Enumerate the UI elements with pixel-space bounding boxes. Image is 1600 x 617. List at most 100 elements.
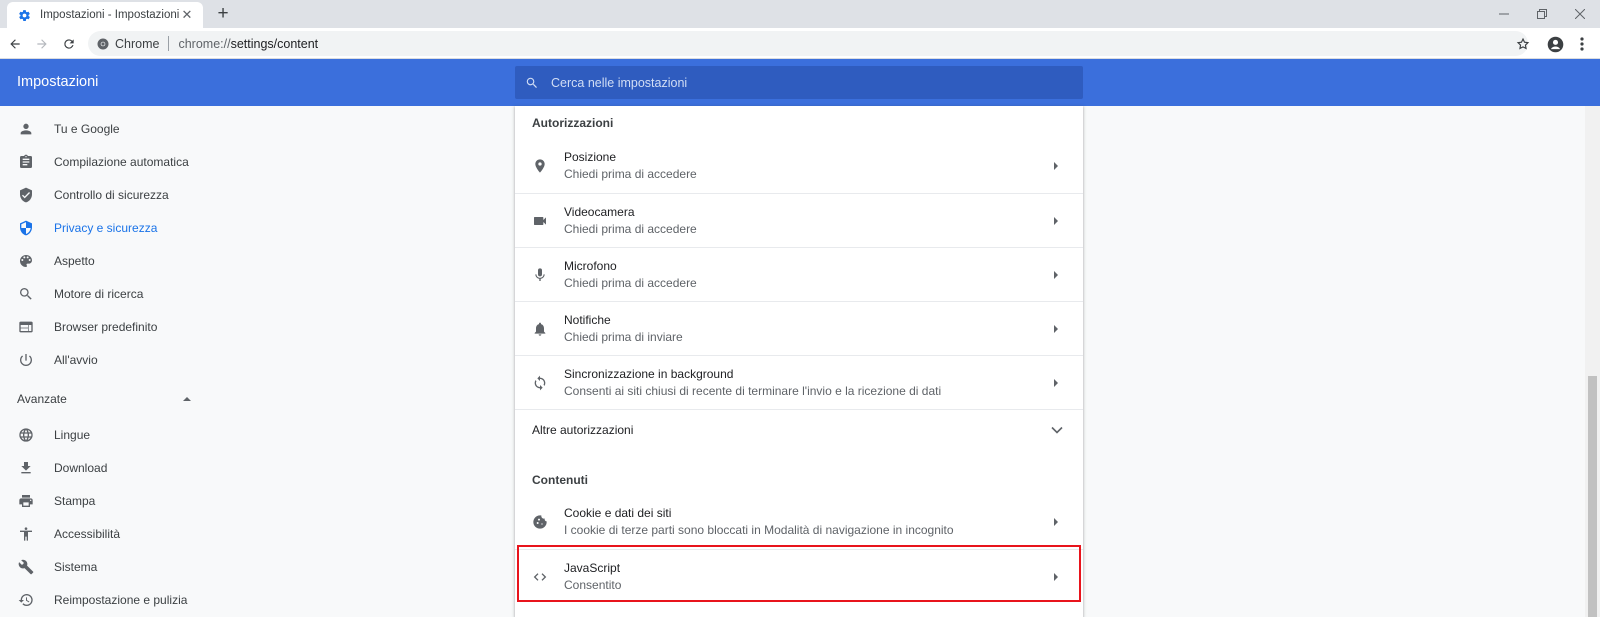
row-title: Videocamera (564, 205, 635, 219)
menu-dots-icon[interactable] (1571, 33, 1593, 55)
row-title: Notifiche (564, 313, 611, 327)
row-subtitle: I cookie di terze parti sono bloccati in… (564, 523, 954, 537)
row-title: Posizione (564, 150, 617, 164)
wrench-icon (17, 558, 35, 576)
sidebar-item-accessibilita[interactable]: Accessibilità (0, 517, 300, 550)
row-title: Sincronizzazione in background (564, 367, 734, 381)
sidebar-item-compilazione[interactable]: Compilazione automatica (0, 145, 300, 178)
sidebar-item-avvio[interactable]: All'avvio (0, 343, 300, 376)
more-permissions-toggle[interactable]: Altre autorizzazioni (515, 409, 1083, 449)
bookmark-star-icon[interactable] (1512, 33, 1534, 55)
advanced-label: Avanzate (17, 392, 67, 406)
arrow-right-icon (1049, 159, 1063, 173)
minimize-button[interactable] (1485, 0, 1523, 28)
search-input[interactable]: Cerca nelle impostazioni (515, 66, 1083, 99)
sidebar-item-download[interactable]: Download (0, 451, 300, 484)
sidebar-item-motore[interactable]: Motore di ricerca (0, 277, 300, 310)
back-button[interactable] (4, 33, 26, 55)
arrow-right-icon (1049, 322, 1063, 336)
permission-row-videocamera[interactable]: Videocamera Chiedi prima di accedere (515, 193, 1083, 247)
sidebar-item-browser[interactable]: Browser predefinito (0, 310, 300, 343)
content-row-cookie[interactable]: Cookie e dati dei siti I cookie di terze… (515, 495, 1083, 549)
settings-header: Impostazioni Cerca nelle impostazioni (0, 59, 1600, 106)
search-icon (17, 285, 35, 303)
sidebar-item-stampa[interactable]: Stampa (0, 484, 300, 517)
sidebar-item-label: Compilazione automatica (54, 154, 189, 169)
close-window-button[interactable] (1561, 0, 1599, 28)
permission-row-notifiche[interactable]: Notifiche Chiedi prima di inviare (515, 301, 1083, 355)
arrow-right-icon (1049, 268, 1063, 282)
globe-icon (17, 426, 35, 444)
permission-row-sincronizzazione[interactable]: Sincronizzazione in background Consenti … (515, 355, 1083, 409)
permission-row-microfono[interactable]: Microfono Chiedi prima di accedere (515, 247, 1083, 301)
tab-strip: Impostazioni - Impostazioni sito ✕ + (0, 0, 1600, 28)
sidebar-item-lingue[interactable]: Lingue (0, 418, 300, 451)
palette-icon (17, 252, 35, 270)
chevron-down-icon (1049, 422, 1065, 438)
search-icon (525, 76, 539, 90)
bell-icon (531, 320, 549, 338)
row-subtitle: Consenti ai siti chiusi di recente di te… (564, 384, 942, 398)
advanced-toggle[interactable]: Avanzate (17, 389, 192, 409)
history-icon (17, 591, 35, 609)
accessibility-icon (17, 525, 35, 543)
sidebar-item-aspetto[interactable]: Aspetto (0, 244, 300, 277)
sidebar-item-label: Sistema (54, 559, 98, 574)
page-title: Impostazioni (17, 74, 99, 90)
videocam-icon (531, 212, 549, 230)
reload-button[interactable] (58, 33, 80, 55)
search-placeholder: Cerca nelle impostazioni (551, 75, 688, 90)
address-bar[interactable]: Chrome chrome://settings/content (88, 31, 1528, 56)
shield-icon (17, 186, 35, 204)
arrow-right-icon (1049, 515, 1063, 529)
tab-title: Impostazioni - Impostazioni sito (40, 9, 179, 21)
sidebar-item-sistema[interactable]: Sistema (0, 550, 300, 583)
location-icon (531, 157, 549, 175)
person-icon (17, 120, 35, 138)
settings-sidebar: Tu e Google Compilazione automatica Cont… (0, 106, 300, 617)
section-heading-permissions: Autorizzazioni (532, 116, 614, 130)
download-icon (17, 459, 35, 477)
sidebar-item-label: Tu e Google (54, 121, 120, 136)
chevron-up-icon (182, 394, 192, 404)
section-heading-content: Contenuti (532, 473, 588, 487)
url-text: chrome://settings/content (178, 36, 319, 51)
sidebar-item-label: Download (54, 460, 108, 475)
permission-row-posizione[interactable]: Posizione Chiedi prima di accedere (515, 139, 1083, 193)
arrow-right-icon (1049, 570, 1063, 584)
tab-settings[interactable]: Impostazioni - Impostazioni sito ✕ (7, 2, 203, 28)
close-tab-icon[interactable]: ✕ (179, 7, 195, 23)
sidebar-item-label: Reimpostazione e pulizia (54, 592, 188, 607)
row-title: Cookie e dati dei siti (564, 506, 672, 520)
sidebar-item-label: Stampa (54, 493, 96, 508)
sidebar-item-label: Lingue (54, 427, 91, 442)
arrow-right-icon (1049, 376, 1063, 390)
new-tab-button[interactable]: + (213, 3, 233, 24)
scrollbar-thumb[interactable] (1588, 376, 1597, 617)
profile-avatar-icon[interactable] (1544, 33, 1566, 55)
row-subtitle: Chiedi prima di accedere (564, 276, 697, 290)
arrow-right-icon (1049, 214, 1063, 228)
sidebar-item-tu-e-google[interactable]: Tu e Google (0, 112, 300, 145)
sidebar-item-privacy[interactable]: Privacy e sicurezza (0, 211, 300, 244)
cookie-icon (531, 513, 549, 531)
row-subtitle: Chiedi prima di inviare (564, 330, 683, 344)
row-subtitle: Chiedi prima di accedere (564, 167, 697, 181)
content-row-javascript[interactable]: JavaScript Consentito (515, 549, 1083, 603)
sidebar-item-label: Browser predefinito (54, 319, 158, 334)
row-title: Altre autorizzazioni (532, 423, 634, 437)
row-subtitle: Consentito (564, 578, 622, 592)
shield-lock-icon (17, 219, 35, 237)
sidebar-item-label: Aspetto (54, 253, 95, 268)
chrome-chip-label: Chrome (115, 36, 160, 51)
forward-button[interactable] (31, 33, 53, 55)
mic-icon (531, 266, 549, 284)
restore-button[interactable] (1523, 0, 1561, 28)
page-scrollbar[interactable] (1585, 106, 1600, 617)
print-icon (17, 492, 35, 510)
browser-toolbar: Chrome chrome://settings/content (0, 28, 1600, 59)
sidebar-item-label: Privacy e sicurezza (54, 220, 158, 235)
sidebar-item-reimpostazione[interactable]: Reimpostazione e pulizia (0, 583, 300, 616)
sidebar-item-controllo[interactable]: Controllo di sicurezza (0, 178, 300, 211)
row-title: Microfono (564, 259, 617, 273)
